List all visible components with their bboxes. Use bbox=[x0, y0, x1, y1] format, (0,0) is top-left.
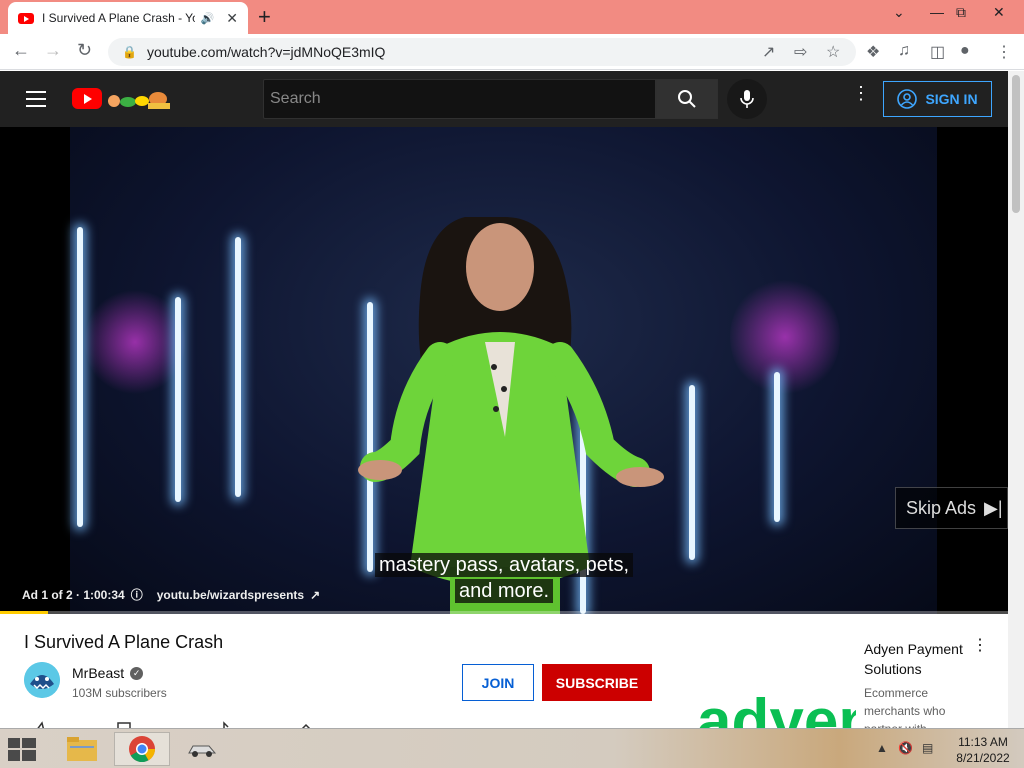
channel-name-row[interactable]: MrBeast ✓ bbox=[72, 665, 144, 681]
ad-link[interactable]: youtu.be/wizardspresents bbox=[157, 588, 304, 602]
file-explorer-taskbar-button[interactable] bbox=[54, 732, 110, 766]
youtube-logo-icon[interactable] bbox=[72, 88, 102, 109]
browser-tab[interactable]: I Survived A Plane Crash - YouTube 🔊 ✕ bbox=[8, 2, 248, 34]
tab-title: I Survived A Plane Crash - YouTube bbox=[42, 11, 195, 25]
channel-name[interactable]: MrBeast bbox=[72, 665, 124, 681]
svg-text:adyen: adyen bbox=[697, 687, 856, 728]
window-close-icon[interactable]: ✕ bbox=[993, 4, 1005, 21]
show-hidden-icons-icon[interactable]: ▲ bbox=[876, 741, 888, 755]
open-in-app-icon[interactable]: ↗ bbox=[762, 42, 775, 62]
restore-icon[interactable]: ⧉ bbox=[956, 4, 966, 21]
microphone-icon bbox=[740, 90, 754, 108]
forward-icon[interactable]: → bbox=[44, 40, 62, 61]
neon-light-bar bbox=[235, 237, 241, 497]
media-control-icon[interactable]: ♫ bbox=[898, 42, 910, 60]
account-icon bbox=[897, 89, 918, 109]
channel-avatar[interactable] bbox=[24, 662, 60, 698]
ad-counter: Ad 1 of 2 · 1:00:34 bbox=[22, 587, 125, 602]
sign-in-button[interactable]: SIGN IN bbox=[883, 81, 992, 117]
adyen-logo-icon: adyen bbox=[697, 687, 856, 728]
verified-check-icon: ✓ bbox=[130, 666, 144, 680]
car-icon bbox=[188, 745, 217, 757]
windows-start-icon[interactable] bbox=[8, 738, 36, 762]
share-icon[interactable]: ⇨ bbox=[794, 42, 807, 62]
scrollbar-thumb[interactable] bbox=[1012, 75, 1020, 213]
caption-line-1: mastery pass, avatars, pets, bbox=[0, 553, 1008, 577]
page-scrollbar[interactable] bbox=[1008, 71, 1024, 728]
minimize-icon[interactable]: — bbox=[930, 4, 944, 20]
close-tab-icon[interactable]: ✕ bbox=[226, 10, 238, 27]
video-actions-row bbox=[24, 718, 344, 728]
app-taskbar-button[interactable] bbox=[174, 732, 230, 766]
subscriber-count: 103M subscribers bbox=[72, 686, 167, 700]
sign-in-label: SIGN IN bbox=[925, 91, 978, 107]
caption-text: mastery pass, avatars, pets, bbox=[374, 553, 634, 577]
sidebar-ad-menu-icon[interactable]: ⋮ bbox=[972, 638, 988, 654]
sidebar-ad-thumbnail[interactable]: adyen bbox=[689, 640, 856, 728]
network-icon[interactable]: ▤ bbox=[922, 741, 933, 755]
youtube-doodle-icon[interactable] bbox=[104, 87, 172, 109]
volume-muted-icon[interactable]: 🔇 bbox=[898, 741, 913, 755]
progress-fill bbox=[0, 611, 49, 614]
settings-menu-icon[interactable]: ⋮ bbox=[852, 84, 870, 102]
skip-ads-label: Skip Ads bbox=[906, 497, 977, 518]
search-icon bbox=[678, 90, 696, 108]
url-text[interactable]: youtube.com/watch?v=jdMNoQE3mIQ bbox=[147, 44, 386, 60]
pink-light-glow bbox=[730, 277, 840, 397]
sidebar-ad-description: Ecommerce merchants who partner with bbox=[864, 686, 946, 728]
video-frame[interactable] bbox=[70, 127, 937, 614]
browser-menu-icon[interactable]: ⋮ bbox=[996, 42, 1012, 62]
lock-icon[interactable]: 🔒 bbox=[122, 45, 137, 59]
join-button[interactable]: JOIN bbox=[462, 664, 534, 701]
caption-text: and more. bbox=[454, 579, 554, 603]
external-link-icon[interactable]: ↗ bbox=[310, 588, 320, 602]
chrome-icon bbox=[129, 736, 156, 763]
search-input[interactable]: Search bbox=[263, 79, 656, 119]
ad-info-bar: Ad 1 of 2 · 1:00:34 ⓘ youtu.be/wizardspr… bbox=[22, 586, 320, 603]
presenter-figure bbox=[358, 217, 664, 614]
progress-bar[interactable] bbox=[0, 611, 1008, 614]
windows-taskbar: ▲ 🔇 ▤ 11:13 AM 8/21/2022 bbox=[0, 728, 1024, 768]
pink-light-glow bbox=[85, 287, 185, 397]
guide-menu-icon[interactable] bbox=[26, 91, 46, 107]
neon-light-bar bbox=[175, 297, 181, 502]
skip-ads-button[interactable]: Skip Ads ▶| bbox=[895, 487, 1008, 529]
browser-toolbar: ← → ↻ 🔒 youtube.com/watch?v=jdMNoQE3mIQ … bbox=[0, 34, 1024, 70]
profile-icon[interactable]: ● bbox=[960, 42, 970, 60]
system-clock[interactable]: 11:13 AM 8/21/2022 bbox=[950, 734, 1016, 766]
reload-icon[interactable]: ↻ bbox=[77, 40, 92, 61]
beast-logo-icon bbox=[24, 662, 60, 698]
folder-icon bbox=[67, 737, 97, 761]
voice-search-button[interactable] bbox=[727, 79, 767, 119]
skip-next-icon: ▶| bbox=[984, 497, 1003, 518]
subscribe-button[interactable]: SUBSCRIBE bbox=[542, 664, 652, 701]
sidebar-ad-title[interactable]: Adyen Payment Solutions bbox=[864, 639, 974, 679]
bookmark-star-icon[interactable]: ☆ bbox=[826, 42, 840, 62]
extensions-icon[interactable]: ❖ bbox=[866, 42, 880, 62]
clock-date: 8/21/2022 bbox=[956, 751, 1010, 765]
address-bar[interactable]: 🔒 youtube.com/watch?v=jdMNoQE3mIQ bbox=[108, 38, 856, 66]
side-panel-icon[interactable]: ◫ bbox=[930, 42, 945, 62]
neon-light-bar bbox=[77, 227, 83, 527]
youtube-favicon-icon bbox=[18, 12, 34, 24]
chrome-taskbar-button[interactable] bbox=[114, 732, 170, 766]
video-title: I Survived A Plane Crash bbox=[24, 632, 224, 652]
tab-search-chevron-icon[interactable]: ⌄ bbox=[893, 4, 905, 21]
actions-partial-icons bbox=[37, 721, 311, 728]
back-icon[interactable]: ← bbox=[12, 40, 30, 61]
clock-time: 11:13 AM bbox=[958, 735, 1008, 749]
speaker-icon[interactable]: 🔊 bbox=[201, 12, 215, 25]
video-player[interactable]: Skip Ads ▶| mastery pass, avatars, pets,… bbox=[0, 127, 1008, 614]
search-button[interactable] bbox=[656, 79, 718, 119]
info-icon[interactable]: ⓘ bbox=[131, 586, 143, 603]
browser-tab-strip: I Survived A Plane Crash - YouTube 🔊 ✕ +… bbox=[0, 0, 1024, 34]
neon-light-bar bbox=[774, 372, 780, 522]
youtube-masthead: Search ⋮ SIGN IN bbox=[0, 71, 1008, 127]
new-tab-icon[interactable]: + bbox=[258, 4, 271, 30]
